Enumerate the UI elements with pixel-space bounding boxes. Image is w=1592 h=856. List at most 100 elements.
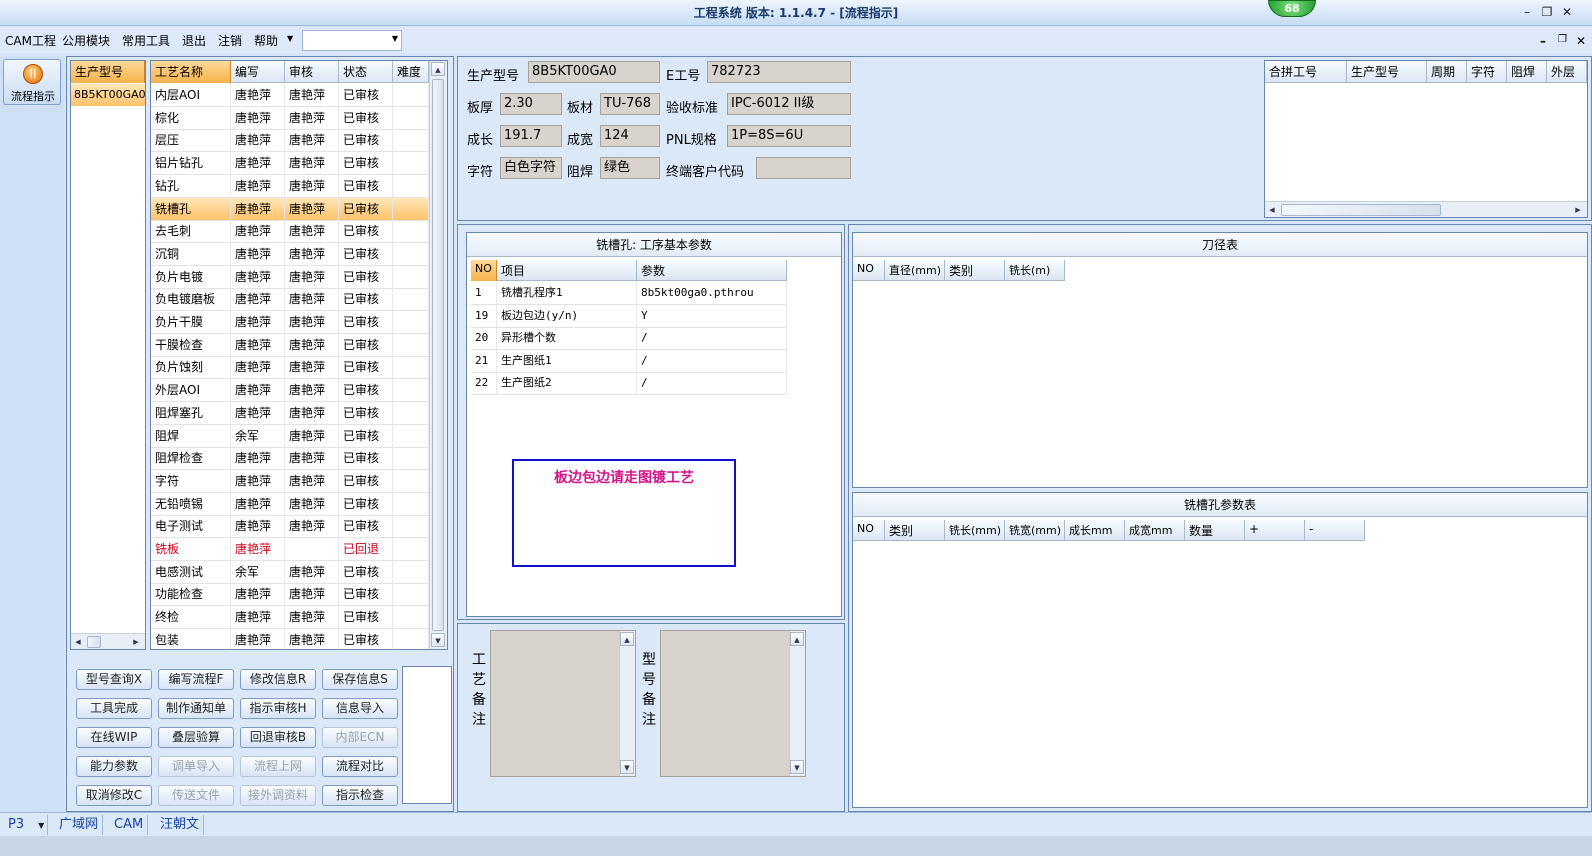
col-header-process[interactable]: 工艺名称 [151,61,231,83]
action-button-19[interactable]: 指示检查 [322,785,398,806]
col-header-fin-length[interactable]: 成长mm [1065,520,1125,541]
table-row[interactable]: 内层AOI 唐艳萍 唐艳萍 已审核 [151,84,429,107]
col-header-difficulty[interactable]: 难度 [393,61,429,83]
col-header-character[interactable]: 字符 [1467,61,1507,83]
col-header-writer[interactable]: 编写 [231,61,285,83]
table-row[interactable]: 外层AOI 唐艳萍 唐艳萍 已审核 [151,379,429,403]
table-row[interactable]: 19 板边包边(y/n) Y [471,304,787,328]
model-list-hscroll[interactable]: ◀ ▶ [71,633,145,649]
col-header-fin-width[interactable]: 成宽mm [1125,520,1185,541]
table-row[interactable]: 22 生产图纸2/ [471,372,787,396]
table-row[interactable]: 21 生产图纸1/ [471,349,787,373]
scroll-thumb[interactable] [1281,204,1441,216]
table-row[interactable]: 负电镀磨板 唐艳萍 唐艳萍 已审核 [151,288,429,312]
scroll-right-icon[interactable]: ▶ [1571,203,1585,217]
col-header-status[interactable]: 状态 [339,61,393,83]
mdi-close-icon[interactable]: ✕ [1576,34,1586,48]
pnl-field[interactable]: 1P=8S=6U [727,125,851,147]
col-header-no[interactable]: NO [471,260,497,281]
table-row[interactable]: 包装 唐艳萍 唐艳萍 已审核 [151,628,429,649]
scroll-left-icon[interactable]: ◀ [1265,203,1279,217]
menu-combo[interactable]: ▼ [302,30,402,51]
table-row[interactable]: 电感测试 余军 唐艳萍 已审核 [151,560,429,584]
menu-exit[interactable]: 退出 [182,32,206,49]
process-table-vscroll[interactable]: ▲ ▼ [429,61,447,649]
col-header-type[interactable]: 类别 [885,520,945,541]
table-row[interactable]: 字符 唐艳萍 唐艳萍 已审核 [151,469,429,493]
table-row[interactable]: 终检 唐艳萍 唐艳萍 已审核 [151,606,429,630]
menu-logout[interactable]: 注销 [218,32,242,49]
remark-vscroll[interactable]: ▲ ▼ [619,631,635,776]
action-button-8[interactable]: 在线WIP [76,727,152,748]
table-row[interactable]: 铣板 唐艳萍 已回退 [151,538,429,561]
scroll-right-icon[interactable]: ▶ [129,635,143,649]
col-header-length[interactable]: 铣长(mm) [945,520,1005,541]
table-row[interactable]: 20 异形槽个数 / [471,327,787,351]
table-row[interactable]: 负片电镀 唐艳萍 唐艳萍 已审核 [151,265,429,289]
material-field[interactable]: TU-768 [600,93,660,115]
action-button-0[interactable]: 型号查询X [76,669,152,690]
col-header-no[interactable]: NO [853,520,885,541]
col-header-merge-no[interactable]: 合拼工号 [1265,61,1347,83]
table-row[interactable]: 1 铣槽孔程序1 8b5kt00ga0.pthrou [471,282,787,305]
table-row[interactable]: 负片干膜 唐艳萍 唐艳萍 已审核 [151,311,429,334]
scroll-up-icon[interactable]: ▲ [431,62,445,76]
action-button-4[interactable]: 工具完成 [76,698,152,719]
col-header-minus[interactable]: - [1305,520,1365,541]
menu-common-module[interactable]: 公用模块 [62,32,110,49]
minimize-icon[interactable]: – [1518,3,1536,21]
col-header-diameter[interactable]: 直径(mm) [885,260,945,281]
col-header-length[interactable]: 铣长(m) [1005,260,1065,281]
action-button-7[interactable]: 信息导入 [322,698,398,719]
restore-icon[interactable]: ❐ [1538,3,1556,21]
col-header-type[interactable]: 类别 [945,260,1005,281]
standard-field[interactable]: IPC-6012 II级 [727,93,851,115]
col-header-item[interactable]: 项目 [497,260,637,281]
scroll-up-icon[interactable]: ▲ [790,632,804,646]
scroll-thumb[interactable] [87,636,101,648]
flow-indication-button[interactable]: || 流程指示 [3,59,61,105]
table-row[interactable]: 棕化 唐艳萍 唐艳萍 已审核 [151,106,429,130]
menu-tools[interactable]: 常用工具 [122,32,170,49]
process-remark-field[interactable]: ▲ ▼ [490,630,636,777]
table-row[interactable]: 沉铜 唐艳萍 唐艳萍 已审核 [151,242,429,266]
scroll-down-icon[interactable]: ▼ [790,760,804,774]
width-field[interactable]: 124 [600,125,660,147]
action-button-15[interactable]: 流程对比 [322,756,398,777]
col-header-model[interactable]: 生产型号 [1347,61,1427,83]
col-header-width[interactable]: 铣宽(mm) [1005,520,1065,541]
table-row[interactable]: 阻焊检查 唐艳萍 唐艳萍 已审核 [151,447,429,471]
action-button-12[interactable]: 能力参数 [76,756,152,777]
length-field[interactable]: 191.7 [500,125,562,147]
mdi-restore-icon[interactable]: ❐ [1558,34,1567,45]
character-field[interactable]: 白色字符 [500,157,562,179]
table-row[interactable]: 干膜检查 唐艳萍 唐艳萍 已审核 [151,333,429,357]
table-row[interactable]: 电子测试 唐艳萍 唐艳萍 已审核 [151,515,429,539]
table-row[interactable]: 功能检查 唐艳萍 唐艳萍 已审核 [151,583,429,607]
thickness-field[interactable]: 2.30 [500,93,562,115]
scroll-down-icon[interactable]: ▼ [431,633,445,647]
close-icon[interactable]: ✕ [1558,3,1576,21]
action-button-2[interactable]: 修改信息R [240,669,316,690]
action-button-1[interactable]: 编写流程F [158,669,234,690]
scroll-left-icon[interactable]: ◀ [71,635,85,649]
col-header-no[interactable]: NO [853,260,885,281]
table-row[interactable]: 铣槽孔 唐艳萍 唐艳萍 已审核 [151,197,429,221]
status-p-combo[interactable]: P3 ▼ [4,815,48,835]
scroll-up-icon[interactable]: ▲ [620,632,634,646]
table-row[interactable]: 层压 唐艳萍 唐艳萍 已审核 [151,129,429,153]
scroll-thumb[interactable] [432,79,444,631]
customer-code-field[interactable] [756,157,851,179]
action-button-3[interactable]: 保存信息S [322,669,398,690]
model-remark-field[interactable]: ▲ ▼ [660,630,806,777]
table-row[interactable]: 无铅喷锡 唐艳萍 唐艳萍 已审核 [151,492,429,516]
action-button-9[interactable]: 叠层验算 [158,727,234,748]
model-field[interactable]: 8B5KT00GA0 [528,61,660,83]
col-header-period[interactable]: 周期 [1427,61,1467,83]
menu-cam[interactable]: CAM工程 [5,32,56,49]
action-button-5[interactable]: 制作通知单 [158,698,234,719]
solder-mask-field[interactable]: 绿色 [600,157,660,179]
col-header-mask[interactable]: 阻焊 [1507,61,1547,83]
col-header-reviewer[interactable]: 审核 [285,61,339,83]
col-header-outer[interactable]: 外层 [1547,61,1587,83]
